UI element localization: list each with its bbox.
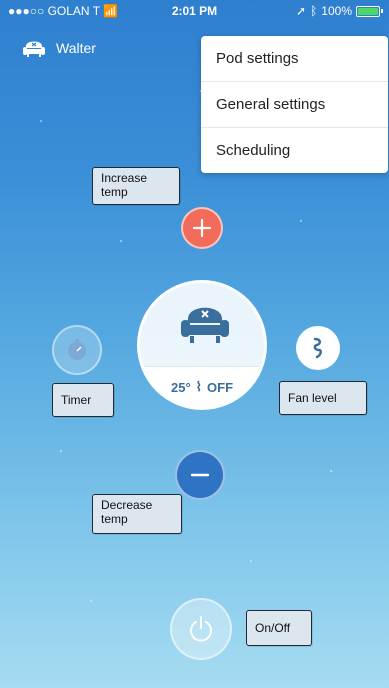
menu-item-general-settings[interactable]: General settings [201, 82, 388, 128]
background-speck [90, 600, 92, 602]
temperature-value: 25° [170, 379, 191, 395]
location-icon: ➚ [296, 4, 307, 18]
fan-icon [313, 337, 322, 359]
timer-callout: Timer [52, 383, 114, 417]
power-icon [190, 616, 212, 642]
user-header[interactable]: Walter [22, 38, 96, 58]
fan-icon: ⌇ [195, 379, 203, 394]
menu-item-pod-settings[interactable]: Pod settings [201, 36, 388, 82]
user-name: Walter [56, 40, 96, 56]
decrease-temp-button[interactable] [175, 450, 225, 500]
increase-temp-label: Increase temp [101, 171, 148, 199]
fan-level-label: Fan level [288, 391, 337, 405]
plus-icon [192, 218, 212, 238]
background-speck [300, 220, 302, 222]
decrease-temp-callout: Decrease temp [92, 494, 182, 534]
pod-readout: 25° ⌇ OFF [140, 366, 264, 407]
increase-temp-button[interactable] [181, 207, 223, 249]
decrease-temp-label: Decrease temp [101, 498, 153, 526]
menu-item-scheduling[interactable]: Scheduling [201, 128, 388, 173]
status-right: ➚ ᛒ 100% [296, 4, 383, 18]
pod-status-circle[interactable]: 25° ⌇ OFF [137, 280, 267, 410]
background-speck [330, 470, 332, 472]
background-speck [120, 240, 122, 242]
timer-label: Timer [61, 393, 92, 407]
background-speck [60, 450, 62, 452]
onoff-label: On/Off [255, 621, 291, 635]
battery-icon [356, 5, 380, 17]
settings-menu: Pod settings General settings Scheduling [201, 36, 388, 173]
armchair-icon [23, 41, 45, 57]
armchair-icon [181, 307, 229, 343]
stopwatch-icon [68, 339, 86, 360]
bluetooth-icon: ᛒ [310, 4, 318, 18]
battery-tip [381, 9, 383, 13]
fan-level-callout: Fan level [279, 381, 367, 415]
timer-button[interactable] [52, 325, 102, 375]
status-bar: ●●●○○ GOLAN T 📶 2:01 PM ➚ ᛒ 100% [0, 0, 389, 22]
background-speck [250, 560, 252, 562]
minus-icon [190, 473, 210, 477]
increase-temp-callout: Increase temp [92, 167, 180, 205]
power-button[interactable] [170, 598, 232, 660]
onoff-callout: On/Off [246, 610, 312, 646]
app-screen: ●●●○○ GOLAN T 📶 2:01 PM ➚ ᛒ 100% Walter … [0, 0, 389, 688]
battery-percent: 100% [321, 4, 352, 18]
background-speck [40, 120, 42, 122]
fan-level-button[interactable] [296, 326, 340, 370]
fan-state: OFF [207, 379, 234, 395]
